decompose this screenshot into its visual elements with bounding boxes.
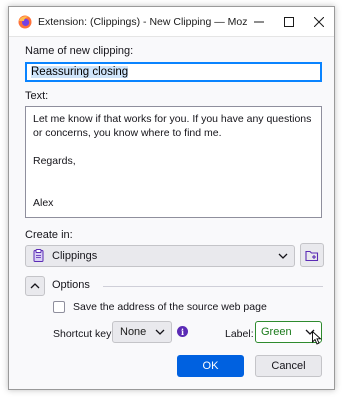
chevron-down-icon: [278, 253, 288, 259]
options-toggle-button[interactable]: [25, 276, 45, 296]
options-divider: [103, 286, 323, 287]
close-button[interactable]: [304, 7, 334, 36]
ok-button[interactable]: OK: [177, 355, 244, 377]
cancel-button[interactable]: Cancel: [255, 355, 322, 377]
firefox-icon: [18, 15, 32, 29]
label-color-value: Green: [261, 326, 292, 338]
shortcut-key-label: Shortcut key:: [53, 328, 115, 340]
window-title: Extension: (Clippings) - New Clipping — …: [38, 16, 248, 28]
new-folder-button[interactable]: [300, 243, 324, 267]
clipping-text-area[interactable]: Let me know if that works for you. If yo…: [25, 106, 322, 218]
save-source-checkbox[interactable]: [53, 301, 65, 313]
minimize-icon: [254, 21, 264, 22]
title-bar[interactable]: Extension: (Clippings) - New Clipping — …: [9, 7, 334, 37]
label-label: Label:: [225, 328, 254, 340]
create-in-label: Create in:: [25, 229, 73, 241]
new-clipping-dialog: Extension: (Clippings) - New Clipping — …: [8, 6, 335, 390]
chevron-up-icon: [30, 283, 40, 289]
name-label: Name of new clipping:: [25, 45, 134, 57]
close-icon: [314, 16, 324, 27]
maximize-icon: [284, 16, 294, 27]
folder-select[interactable]: Clippings: [25, 245, 295, 267]
minimize-button[interactable]: [244, 7, 274, 36]
clippings-folder-icon: [33, 249, 44, 262]
options-heading: Options: [52, 279, 90, 291]
mouse-cursor-icon: [312, 331, 322, 345]
folder-select-value: Clippings: [52, 250, 98, 262]
info-icon[interactable]: i: [177, 326, 188, 337]
shortcut-key-value: None: [120, 326, 147, 338]
chevron-down-icon: [155, 329, 165, 335]
maximize-button[interactable]: [274, 7, 304, 36]
text-label: Text:: [25, 90, 49, 102]
clipping-name-value: Reassuring closing: [31, 66, 129, 78]
shortcut-key-select[interactable]: None: [112, 321, 172, 343]
clipping-name-input[interactable]: Reassuring closing: [25, 62, 322, 82]
new-folder-icon: [305, 250, 319, 261]
save-source-label[interactable]: Save the address of the source web page: [73, 301, 267, 313]
